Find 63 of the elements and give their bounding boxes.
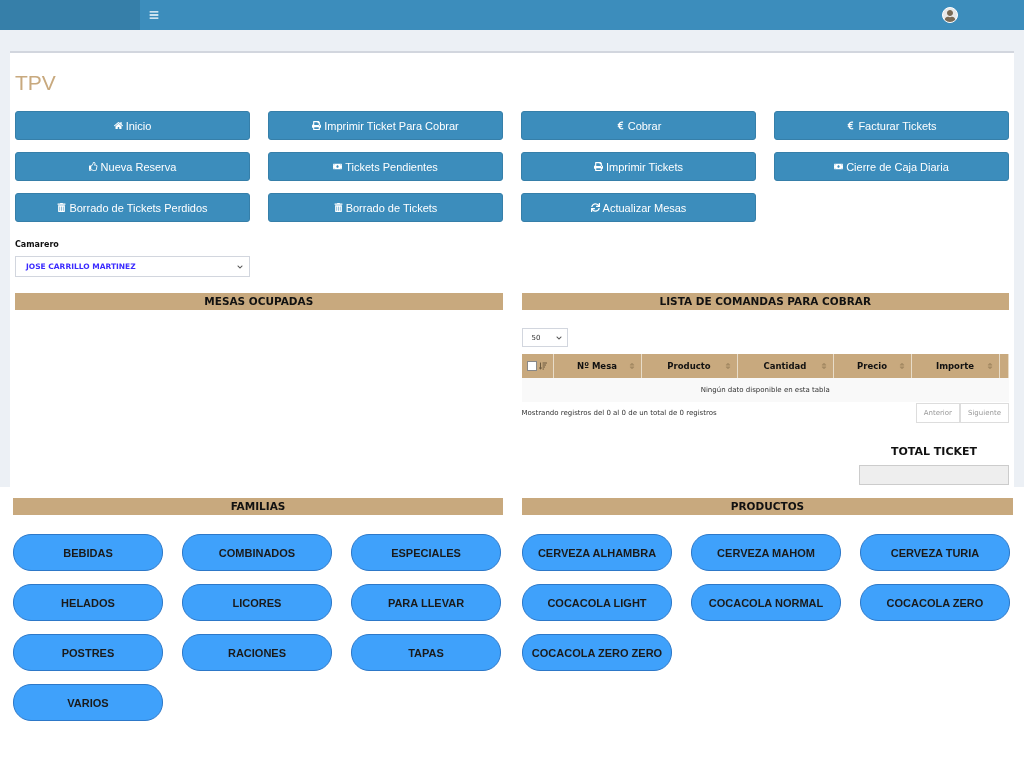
- page-title: TPV: [15, 71, 57, 95]
- family-button[interactable]: RACIONES: [182, 634, 332, 671]
- family-button[interactable]: COMBINADOS: [182, 534, 332, 571]
- sort-icon: [985, 362, 994, 370]
- family-button[interactable]: VARIOS: [13, 684, 163, 721]
- sort-icon: [819, 362, 828, 370]
- chevron-down-icon: [555, 334, 562, 341]
- product-button[interactable]: COCACOLA ZERO: [860, 584, 1010, 621]
- family-button[interactable]: HELADOS: [13, 584, 163, 621]
- select-all-checkbox[interactable]: [527, 361, 537, 371]
- product-button[interactable]: COCACOLA LIGHT: [522, 584, 672, 621]
- action-button[interactable]: Tickets Pendientes: [268, 152, 503, 181]
- column-header[interactable]: Cantidad: [737, 354, 834, 378]
- banknote-icon: [834, 162, 844, 171]
- product-button[interactable]: CERVEZA ALHAMBRA: [522, 534, 672, 571]
- action-button[interactable]: Borrado de Tickets Perdidos: [15, 193, 250, 222]
- home-icon: [113, 121, 123, 130]
- product-button[interactable]: CERVEZA TURIA: [860, 534, 1010, 571]
- product-button[interactable]: CERVEZA MAHOM: [691, 534, 841, 571]
- action-button[interactable]: Nueva Reserva: [15, 152, 250, 181]
- user-avatar-icon[interactable]: [942, 7, 958, 23]
- sort-icon: [897, 362, 906, 370]
- action-button[interactable]: Inicio: [15, 111, 250, 140]
- family-button[interactable]: TAPAS: [351, 634, 501, 671]
- total-label: TOTAL TICKET: [889, 445, 979, 458]
- section-header: LISTA DE COMANDAS PARA COBRAR: [521, 293, 1009, 310]
- table-header: [999, 354, 1009, 378]
- sort-icon: [723, 362, 732, 370]
- banknote-icon: [333, 162, 343, 171]
- trash-icon: [333, 203, 343, 212]
- action-button[interactable]: Cierre de Caja Diaria: [774, 152, 1009, 181]
- euro-icon: [846, 121, 856, 130]
- column-header[interactable]: Producto: [641, 354, 738, 378]
- euro-icon: [615, 121, 625, 130]
- menu-icon[interactable]: [149, 10, 159, 20]
- refresh-icon: [590, 203, 600, 212]
- action-button[interactable]: Borrado de Tickets: [268, 193, 503, 222]
- action-button[interactable]: Facturar Tickets: [774, 111, 1009, 140]
- action-button[interactable]: Imprimir Ticket Para Cobrar: [268, 111, 503, 140]
- family-button[interactable]: LICORES: [182, 584, 332, 621]
- sort-icon: [627, 362, 636, 370]
- section-header: PRODUCTOS: [522, 498, 1013, 515]
- product-button[interactable]: COCACOLA NORMAL: [691, 584, 841, 621]
- product-button[interactable]: COCACOLA ZERO ZERO: [522, 634, 672, 671]
- trash-icon: [57, 203, 67, 212]
- family-button[interactable]: BEBIDAS: [13, 534, 163, 571]
- section-header: FAMILIAS: [13, 498, 503, 515]
- column-header[interactable]: Nº Mesa: [553, 354, 642, 378]
- field-label: Camarero: [15, 240, 60, 249]
- action-button[interactable]: Imprimir Tickets: [521, 152, 756, 181]
- printer-icon: [312, 121, 322, 130]
- section-header: MESAS OCUPADAS: [15, 293, 503, 310]
- family-button[interactable]: PARA LLEVAR: [351, 584, 501, 621]
- sort-icon[interactable]: [539, 362, 547, 370]
- thumbs-up-icon: [88, 162, 98, 171]
- column-header[interactable]: Importe: [911, 354, 1000, 378]
- column-header[interactable]: Precio: [833, 354, 912, 378]
- action-button[interactable]: Cobrar: [521, 111, 756, 140]
- printer-icon: [594, 162, 603, 171]
- action-button[interactable]: Actualizar Mesas: [521, 193, 756, 222]
- family-button[interactable]: POSTRES: [13, 634, 163, 671]
- chevron-down-icon: [237, 263, 243, 270]
- family-button[interactable]: ESPECIALES: [351, 534, 501, 571]
